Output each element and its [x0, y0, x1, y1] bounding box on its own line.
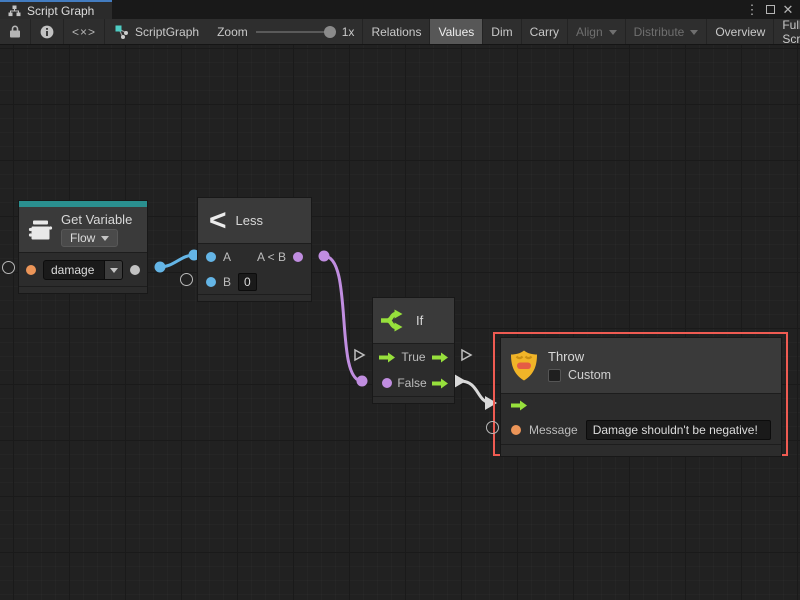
node-title: Throw	[548, 349, 611, 364]
wire-flow-arrowhead	[485, 396, 497, 410]
less-icon: <	[209, 206, 227, 236]
node-footer	[373, 396, 454, 403]
toggle-dim[interactable]: Dim	[482, 19, 520, 44]
chevron-down-icon	[104, 261, 122, 279]
wire-less-result-to-if-condition[interactable]	[324, 256, 362, 381]
chevron-down-icon	[690, 30, 698, 39]
script-graph-asset-icon	[115, 25, 129, 39]
unconnected-value-port-indicator[interactable]	[180, 273, 193, 286]
chevron-down-icon	[609, 30, 617, 39]
maximize-icon[interactable]	[761, 0, 779, 19]
info-icon	[40, 25, 54, 39]
zoom-control: Zoom 1x	[209, 19, 362, 44]
toggle-relations[interactable]: Relations	[362, 19, 429, 44]
variable-icon	[28, 219, 53, 241]
toggle-overview[interactable]: Overview	[706, 19, 773, 44]
zoom-slider-handle[interactable]	[324, 26, 336, 38]
port-result-label: A < B	[257, 250, 286, 264]
custom-label: Custom	[568, 368, 611, 382]
port-result-output[interactable]	[293, 252, 303, 262]
script-graph-window: Script Graph ⋮ ✕ <×>	[0, 0, 800, 600]
graph-reference[interactable]: ScriptGraph	[105, 19, 209, 44]
port-true-label: True	[395, 350, 432, 364]
wire-endpoint-dot	[155, 262, 166, 273]
node-title: Less	[236, 213, 263, 228]
variable-name-value: damage	[44, 261, 104, 279]
tab-title: Script Graph	[27, 4, 94, 18]
port-false-output[interactable]	[432, 378, 448, 389]
tab-bar-spacer	[112, 0, 743, 19]
scope-label: Flow	[70, 231, 95, 245]
port-a-input[interactable]	[206, 252, 216, 262]
wire-flow-arrowhead	[454, 374, 466, 388]
zoom-slider-track[interactable]	[256, 31, 334, 33]
panel-menu-icon[interactable]: ⋮	[743, 0, 761, 19]
port-b-input[interactable]	[206, 277, 216, 287]
port-true-output[interactable]	[432, 352, 448, 363]
node-footer	[501, 444, 781, 456]
port-a-label: A	[223, 250, 231, 264]
node-header: < Less	[198, 198, 311, 243]
node-less[interactable]: < Less A A < B B 0	[197, 197, 312, 302]
graph-canvas[interactable]: Get Variable Flow damage	[0, 45, 800, 600]
variable-name-dropdown[interactable]: damage	[43, 260, 123, 280]
branch-icon	[380, 308, 407, 333]
port-message-label: Message	[529, 423, 578, 437]
message-value-field[interactable]: Damage shouldn't be negative!	[586, 420, 771, 440]
variable-scope-dropdown[interactable]: Flow	[61, 229, 118, 247]
port-flow-input[interactable]	[511, 400, 527, 411]
node-header: If	[373, 298, 454, 343]
distribute-label: Distribute	[634, 25, 685, 39]
graph-name-label: ScriptGraph	[135, 25, 199, 39]
lock-icon	[9, 25, 21, 38]
tab-bar: Script Graph ⋮ ✕	[0, 0, 800, 19]
lock-button[interactable]	[0, 19, 31, 44]
node-header: Get Variable Flow	[19, 207, 147, 252]
port-value-output[interactable]	[130, 265, 140, 275]
graph-hierarchy-icon	[8, 5, 21, 17]
node-if[interactable]: If True False	[372, 297, 455, 404]
wire-endpoint-dot	[319, 251, 330, 262]
node-header: Throw Custom	[501, 338, 781, 393]
toolbar-toggles: Relations Values Dim Carry Align Distrib…	[362, 19, 800, 44]
toggle-fullscreen[interactable]: Full Screen	[773, 19, 800, 44]
port-flow-input[interactable]	[379, 352, 395, 363]
toggle-carry[interactable]: Carry	[521, 19, 567, 44]
unconnected-flow-port-indicator[interactable]	[460, 348, 473, 362]
port-condition-input[interactable]	[382, 378, 392, 388]
edit-source-button[interactable]: <×>	[64, 19, 105, 44]
maximize-box	[766, 5, 775, 14]
node-footer	[19, 286, 147, 293]
align-dropdown[interactable]: Align	[567, 19, 625, 44]
node-title: If	[416, 313, 423, 328]
wire-endpoint-dot	[357, 376, 368, 387]
node-get-variable[interactable]: Get Variable Flow damage	[18, 200, 148, 294]
distribute-dropdown[interactable]: Distribute	[625, 19, 707, 44]
port-variable-name-input[interactable]	[26, 265, 36, 275]
node-footer	[198, 294, 311, 301]
chevron-down-icon	[101, 236, 109, 245]
graph-toolbar: <×> ScriptGraph Zoom 1x Relations Values…	[0, 19, 800, 45]
zoom-label: Zoom	[217, 25, 248, 39]
port-message-input[interactable]	[511, 425, 521, 435]
close-icon[interactable]: ✕	[779, 0, 797, 19]
node-title: Get Variable	[61, 212, 132, 227]
throw-shield-icon	[509, 349, 539, 382]
toggle-values[interactable]: Values	[429, 19, 482, 44]
port-b-value-field[interactable]: 0	[238, 273, 257, 291]
port-false-label: False	[392, 376, 432, 390]
custom-checkbox[interactable]	[548, 369, 561, 382]
zoom-value: 1x	[342, 25, 355, 39]
unconnected-value-port-indicator[interactable]	[486, 421, 499, 434]
tab-script-graph[interactable]: Script Graph	[0, 0, 112, 19]
code-icon: <×>	[72, 25, 96, 39]
align-label: Align	[576, 25, 603, 39]
node-throw[interactable]: Throw Custom Message Damage shouldn't	[500, 337, 782, 457]
info-button[interactable]	[31, 19, 64, 44]
port-b-label: B	[223, 275, 231, 289]
unconnected-value-port-indicator[interactable]	[2, 261, 15, 274]
unconnected-flow-port-indicator[interactable]	[353, 348, 366, 362]
